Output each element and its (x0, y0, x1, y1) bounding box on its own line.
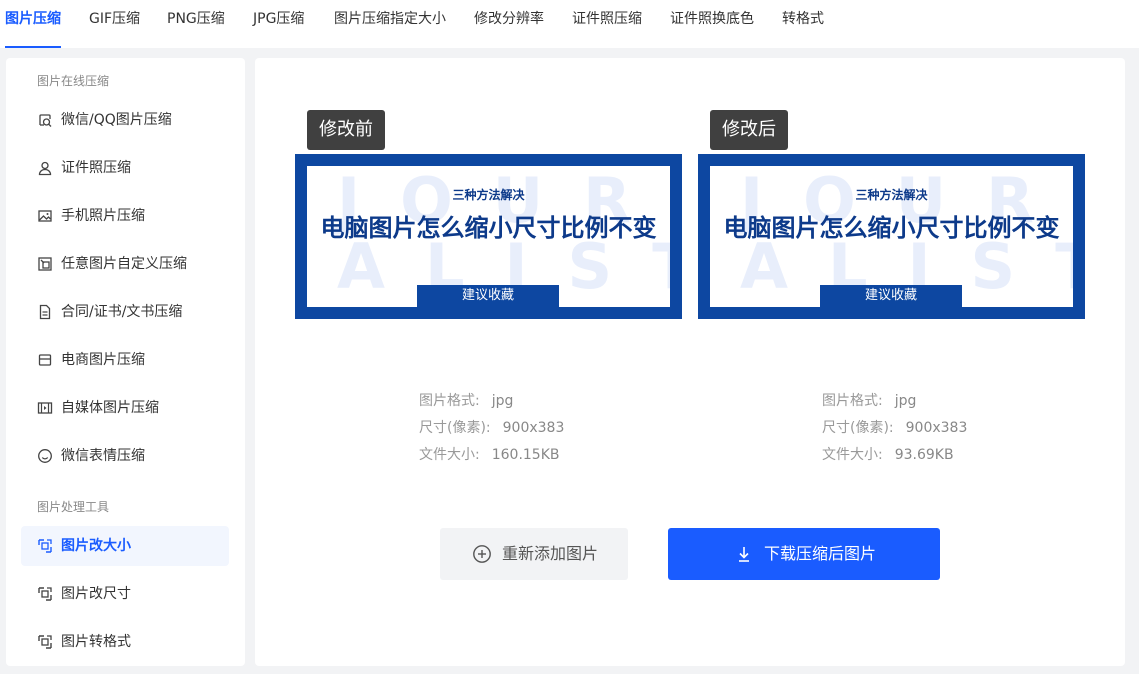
document-icon (39, 304, 51, 320)
after-tag: 修改后 (710, 110, 788, 150)
top-tab-bar: 图片压缩 GIF压缩 PNG压缩 JPG压缩 图片压缩指定大小 修改分辨率 证件… (0, 0, 1139, 48)
download-icon (739, 547, 749, 562)
format-value: jpg (491, 393, 514, 409)
sidebar: 图片在线压缩 微信/QQ图片压缩 证件照压缩 手机照片压缩 任意图片自定义压缩 … (6, 58, 245, 666)
banner-subtitle: 三种方法解决 (855, 188, 928, 202)
film-icon (37, 402, 53, 414)
tab-jpg-compress[interactable]: JPG压缩 (253, 0, 304, 48)
before-image-preview: JOURN ALIST 三种方法解决 电脑图片怎么缩小尺寸比例不变 建议收藏 (295, 154, 682, 319)
format-row: 图片格式: jpg (822, 388, 967, 415)
image-search-icon (39, 114, 52, 127)
sidebar-item-wechat-qq[interactable]: 微信/QQ图片压缩 (21, 100, 229, 140)
after-info: 图片格式: jpg 尺寸(像素): 900x383 文件大小: 93.69KB (822, 388, 967, 469)
sidebar-item-label: 自媒体图片压缩 (61, 400, 159, 416)
tab-change-resolution[interactable]: 修改分辨率 (474, 0, 544, 48)
tab-convert-format[interactable]: 转格式 (782, 0, 824, 48)
dimension-label: 尺寸(像素): (419, 420, 491, 436)
dimension-value: 900x383 (502, 420, 565, 436)
download-compressed-label: 下载压缩后图片 (764, 544, 877, 563)
after-image-preview: JOURN ALIST 三种方法解决 电脑图片怎么缩小尺寸比例不变 建议收藏 (698, 154, 1085, 319)
filesize-label: 文件大小: (822, 447, 883, 463)
before-info: 图片格式: jpg 尺寸(像素): 900x383 文件大小: 160.15KB (419, 388, 564, 469)
sidebar-item-label: 图片改尺寸 (61, 586, 131, 602)
sidebar-item-label: 手机照片压缩 (61, 208, 145, 224)
format-label: 图片格式: (419, 393, 480, 409)
resize-icon (38, 635, 52, 649)
sidebar-item-document[interactable]: 合同/证书/文书压缩 (21, 292, 229, 332)
tab-image-compress[interactable]: 图片压缩 (5, 0, 61, 48)
sidebar-item-image-dimension[interactable]: 图片改尺寸 (21, 574, 229, 614)
readd-image-button[interactable]: 重新添加图片 (440, 528, 628, 580)
sidebar-item-image-resize[interactable]: 图片改大小 (21, 526, 229, 566)
person-icon (38, 161, 52, 176)
filesize-row: 文件大小: 93.69KB (822, 442, 967, 469)
sidebar-item-id-photo[interactable]: 证件照压缩 (21, 148, 229, 188)
sidebar-item-ecommerce[interactable]: 电商图片压缩 (21, 340, 229, 380)
dimension-value: 900x383 (905, 420, 968, 436)
filesize-row: 文件大小: 160.15KB (419, 442, 564, 469)
before-tag: 修改前 (307, 110, 385, 150)
format-value: jpg (894, 393, 917, 409)
tab-gif-compress[interactable]: GIF压缩 (89, 0, 140, 48)
readd-image-label: 重新添加图片 (502, 544, 599, 563)
tab-id-photo-background[interactable]: 证件照换底色 (670, 0, 754, 48)
dimension-label: 尺寸(像素): (822, 420, 894, 436)
tab-id-photo-compress[interactable]: 证件照压缩 (572, 0, 642, 48)
sidebar-item-label: 图片改大小 (61, 538, 131, 554)
banner-ribbon: 建议收藏 (417, 285, 559, 307)
resize-icon (38, 539, 52, 553)
sidebar-item-label: 任意图片自定义压缩 (61, 256, 187, 272)
sidebar-item-label: 微信表情压缩 (61, 448, 145, 464)
sidebar-item-phone-photo[interactable]: 手机照片压缩 (21, 196, 229, 236)
dimension-row: 尺寸(像素): 900x383 (822, 415, 967, 442)
sidebar-item-image-format[interactable]: 图片转格式 (21, 622, 229, 662)
filesize-label: 文件大小: (419, 447, 480, 463)
format-label: 图片格式: (822, 393, 883, 409)
banner-title: 电脑图片怎么缩小尺寸比例不变 (320, 214, 657, 242)
sidebar-item-label: 证件照压缩 (61, 160, 131, 176)
sidebar-section-title: 图片处理工具 (37, 500, 110, 514)
filesize-value: 160.15KB (491, 447, 560, 463)
sidebar-item-self-media[interactable]: 自媒体图片压缩 (21, 388, 229, 428)
photo-icon (38, 210, 52, 222)
banner-ribbon: 建议收藏 (820, 285, 962, 307)
main-panel: 修改前 JOURN ALIST 三种方法解决 电脑图片怎么缩小尺寸比例不变 建议… (255, 58, 1125, 666)
dimension-row: 尺寸(像素): 900x383 (419, 415, 564, 442)
tab-compress-to-size[interactable]: 图片压缩指定大小 (334, 0, 446, 48)
plus-circle-icon (473, 545, 491, 563)
format-row: 图片格式: jpg (419, 388, 564, 415)
sidebar-section-title: 图片在线压缩 (37, 74, 110, 88)
sidebar-item-label: 图片转格式 (61, 634, 131, 650)
sidebar-item-custom-compress[interactable]: 任意图片自定义压缩 (21, 244, 229, 284)
tab-png-compress[interactable]: PNG压缩 (167, 0, 225, 48)
sidebar-item-label: 电商图片压缩 (61, 352, 145, 368)
filesize-value: 93.69KB (894, 447, 954, 463)
smile-icon (38, 449, 52, 463)
download-compressed-button[interactable]: 下载压缩后图片 (668, 528, 940, 580)
custom-image-icon (38, 257, 52, 271)
sidebar-item-label: 微信/QQ图片压缩 (61, 112, 172, 128)
box-icon (38, 354, 52, 366)
sidebar-item-label: 合同/证书/文书压缩 (61, 304, 183, 320)
sidebar-item-wechat-emoji[interactable]: 微信表情压缩 (21, 436, 229, 476)
banner-subtitle: 三种方法解决 (452, 188, 525, 202)
resize-icon (38, 587, 52, 601)
banner-title: 电脑图片怎么缩小尺寸比例不变 (723, 214, 1060, 242)
